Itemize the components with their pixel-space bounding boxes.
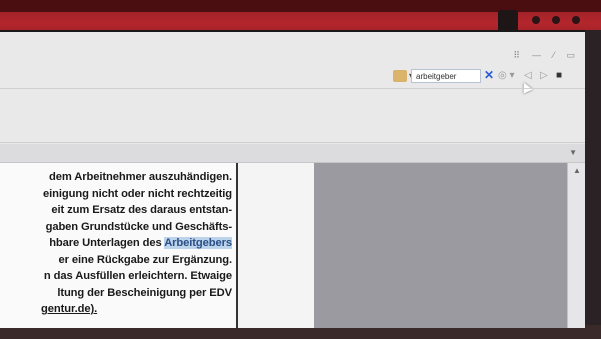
text-line: dem Arbeitnehmer auszuhändigen. [49, 171, 232, 183]
text-line: einigung nicht oder nicht rechtzeitig [43, 187, 232, 200]
bookmark-button[interactable]: ▾ [393, 70, 413, 82]
bookmark-icon[interactable]: ■ [556, 69, 562, 83]
document-text: dem Arbeitnehmer auszuhändigen. einigung … [41, 169, 233, 318]
window-controls: ⠿ — ⁄ ▭ [513, 50, 575, 61]
clear-search-icon[interactable]: ✕ [484, 69, 494, 81]
panel-header: ▼ [0, 144, 585, 163]
search-options-button[interactable]: ◎ ▾ [498, 69, 515, 83]
monitor-screw-icon [572, 16, 580, 24]
text-line: gaben Grundstücke und Geschäfts- [45, 220, 233, 233]
text-fragment: hbare Unterlagen des [49, 237, 165, 249]
grid-icon[interactable]: ⠿ [513, 50, 520, 61]
close-icon[interactable]: ▭ [566, 50, 575, 61]
screen: ⠿ — ⁄ ▭ ▾ arbeitgeber ✕ ◎ ▾ ◁ ▷ ■ ▼ dem … [0, 30, 585, 328]
text-line: ltung der Bescheinigung per EDV [57, 286, 232, 299]
text-line: n das Ausfüllen erleichtern. Etwaige [43, 270, 232, 282]
document-page: dem Arbeitnehmer auszuhändigen. einigung … [0, 163, 238, 328]
search-input[interactable]: arbeitgeber [411, 69, 481, 83]
divider [0, 142, 585, 143]
monitor-screw-icon [532, 16, 540, 24]
text-line: gentur.de). [41, 303, 98, 315]
minimize-icon[interactable]: — [532, 50, 541, 61]
pin-icon[interactable]: ⁄ [553, 50, 555, 61]
monitor-frame-right [585, 30, 601, 339]
text-line: hbare Unterlagen des Arbeitgebers [43, 235, 232, 252]
next-result-icon[interactable]: ▷ [540, 69, 548, 83]
chevron-down-icon[interactable]: ▼ [569, 148, 577, 157]
page-margin [238, 163, 314, 328]
empty-viewer-area [314, 163, 567, 328]
divider [0, 88, 585, 89]
scrollbar[interactable]: ▲ [567, 163, 585, 328]
scroll-up-icon[interactable]: ▲ [573, 166, 581, 175]
search-toolbar: ▾ arbeitgeber ✕ ◎ ▾ ◁ ▷ ■ [0, 66, 585, 88]
text-line: eit zum Ersatz des daraus entstan- [51, 204, 232, 216]
search-highlight: Arbeitgebers [164, 237, 232, 249]
text-line: er eine Rückgabe zur Ergänzung. [58, 253, 233, 266]
monitor-screw-icon [552, 16, 560, 24]
